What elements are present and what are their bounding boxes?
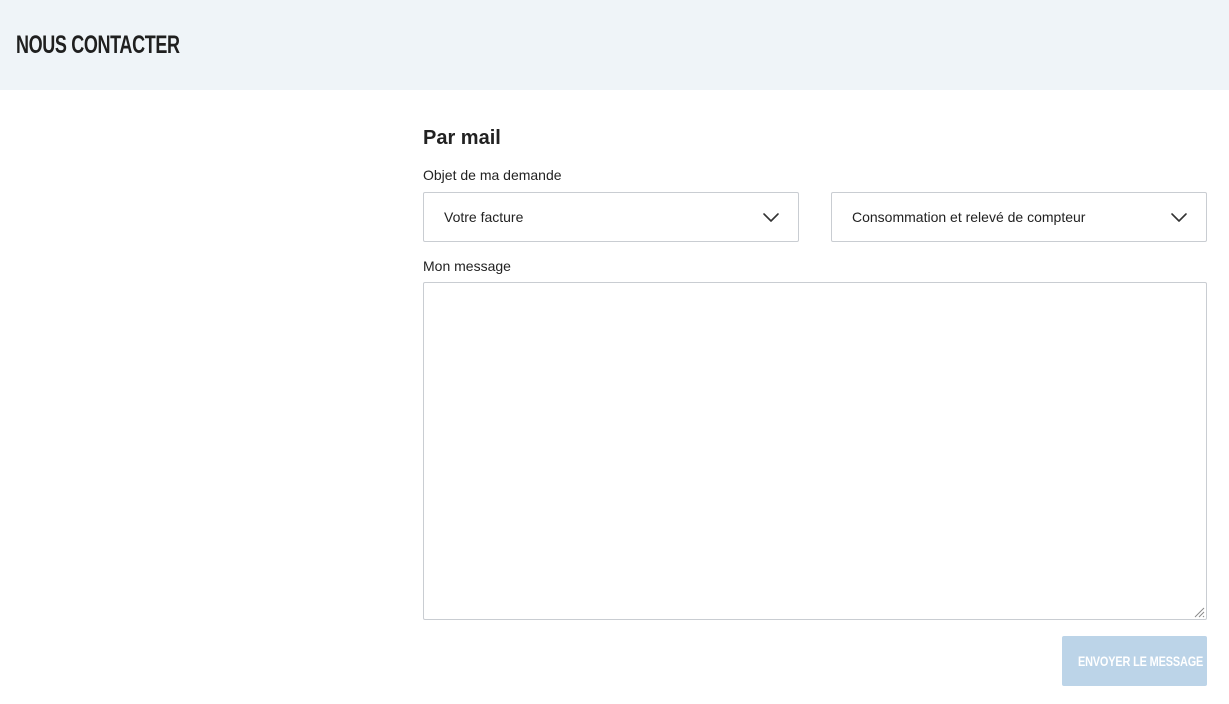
- chevron-down-icon: [763, 213, 779, 222]
- send-message-label: ENVOYER LE MESSAGE: [1077, 653, 1204, 669]
- send-message-button[interactable]: ENVOYER LE MESSAGE: [1062, 636, 1207, 686]
- chevron-down-icon: [1171, 213, 1187, 222]
- page-header: NOUS CONTACTER: [0, 0, 1229, 90]
- subject-label: Objet de ma demande: [423, 167, 562, 183]
- topic-select[interactable]: Consommation et relevé de compteur: [831, 192, 1207, 242]
- page-title: NOUS CONTACTER: [16, 31, 180, 59]
- resize-handle-icon[interactable]: [1193, 606, 1205, 618]
- section-title: Par mail: [423, 127, 501, 149]
- message-textarea[interactable]: [423, 282, 1207, 620]
- subject-select[interactable]: Votre facture: [423, 192, 799, 242]
- topic-select-value: Consommation et relevé de compteur: [852, 209, 1086, 225]
- message-label: Mon message: [423, 258, 511, 274]
- subject-select-value: Votre facture: [444, 209, 524, 225]
